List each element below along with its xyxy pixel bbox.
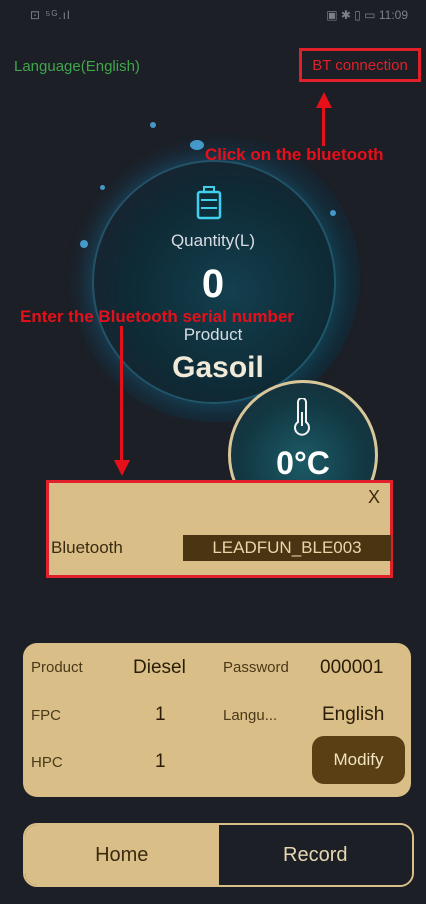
annotation-arrow-up-icon: [316, 92, 332, 108]
status-left-icons: ⊡ ⁵ᴳ.ıl: [30, 8, 71, 22]
product-label: Product: [183, 325, 243, 344]
password-label: Password: [223, 659, 289, 676]
language-label: Langu...: [223, 707, 278, 724]
sparkle-decoration: [100, 185, 105, 190]
product-info-label: Product: [31, 659, 83, 676]
status-bar: ⊡ ⁵ᴳ.ıl ▣ ✱ ▯ ▭ 11:09: [0, 0, 426, 30]
annotation-enter-serial: Enter the Bluetooth serial number: [20, 307, 294, 326]
bluetooth-label: Bluetooth: [51, 538, 123, 557]
annotation-arrow-down-icon: [114, 460, 130, 476]
fuel-can-icon: [196, 186, 222, 220]
tab-home[interactable]: Home: [25, 825, 219, 885]
language-link[interactable]: Language(English): [14, 58, 140, 75]
product-info-value: Diesel: [133, 657, 186, 678]
sparkle-decoration: [150, 122, 156, 128]
status-right-icons: ▣ ✱ ▯ ▭ 11:09: [326, 8, 408, 22]
bluetooth-serial-field[interactable]: LEADFUN_BLE003: [183, 535, 391, 561]
info-card: Product Diesel Password 000001 FPC 1 Lan…: [23, 643, 411, 797]
tab-record[interactable]: Record: [218, 825, 412, 885]
language-value: English: [322, 704, 385, 725]
product-value: Gasoil: [172, 351, 264, 384]
sparkle-decoration: [190, 140, 204, 150]
fpc-label: FPC: [31, 707, 61, 724]
hpc-value: 1: [155, 751, 166, 772]
sparkle-decoration: [330, 210, 336, 216]
annotation-arrow-line: [120, 326, 123, 464]
annotation-click-bluetooth: Click on the bluetooth: [205, 145, 384, 164]
bottom-tab-bar: Home Record: [23, 823, 414, 887]
close-icon[interactable]: X: [368, 487, 380, 508]
hpc-label: HPC: [31, 754, 63, 771]
modify-button[interactable]: Modify: [312, 736, 405, 784]
bt-connection-button[interactable]: BT connection: [299, 48, 421, 82]
quantity-value: 0: [201, 262, 225, 306]
quantity-label: Quantity(L): [170, 231, 256, 250]
thermometer-icon: [294, 398, 310, 436]
annotation-arrow-line: [322, 106, 325, 146]
bluetooth-popup: X Bluetooth LEADFUN_BLE003: [46, 480, 393, 578]
temperature-value: 0°C: [276, 445, 330, 481]
fpc-value: 1: [155, 704, 166, 725]
password-value: 000001: [320, 657, 384, 678]
